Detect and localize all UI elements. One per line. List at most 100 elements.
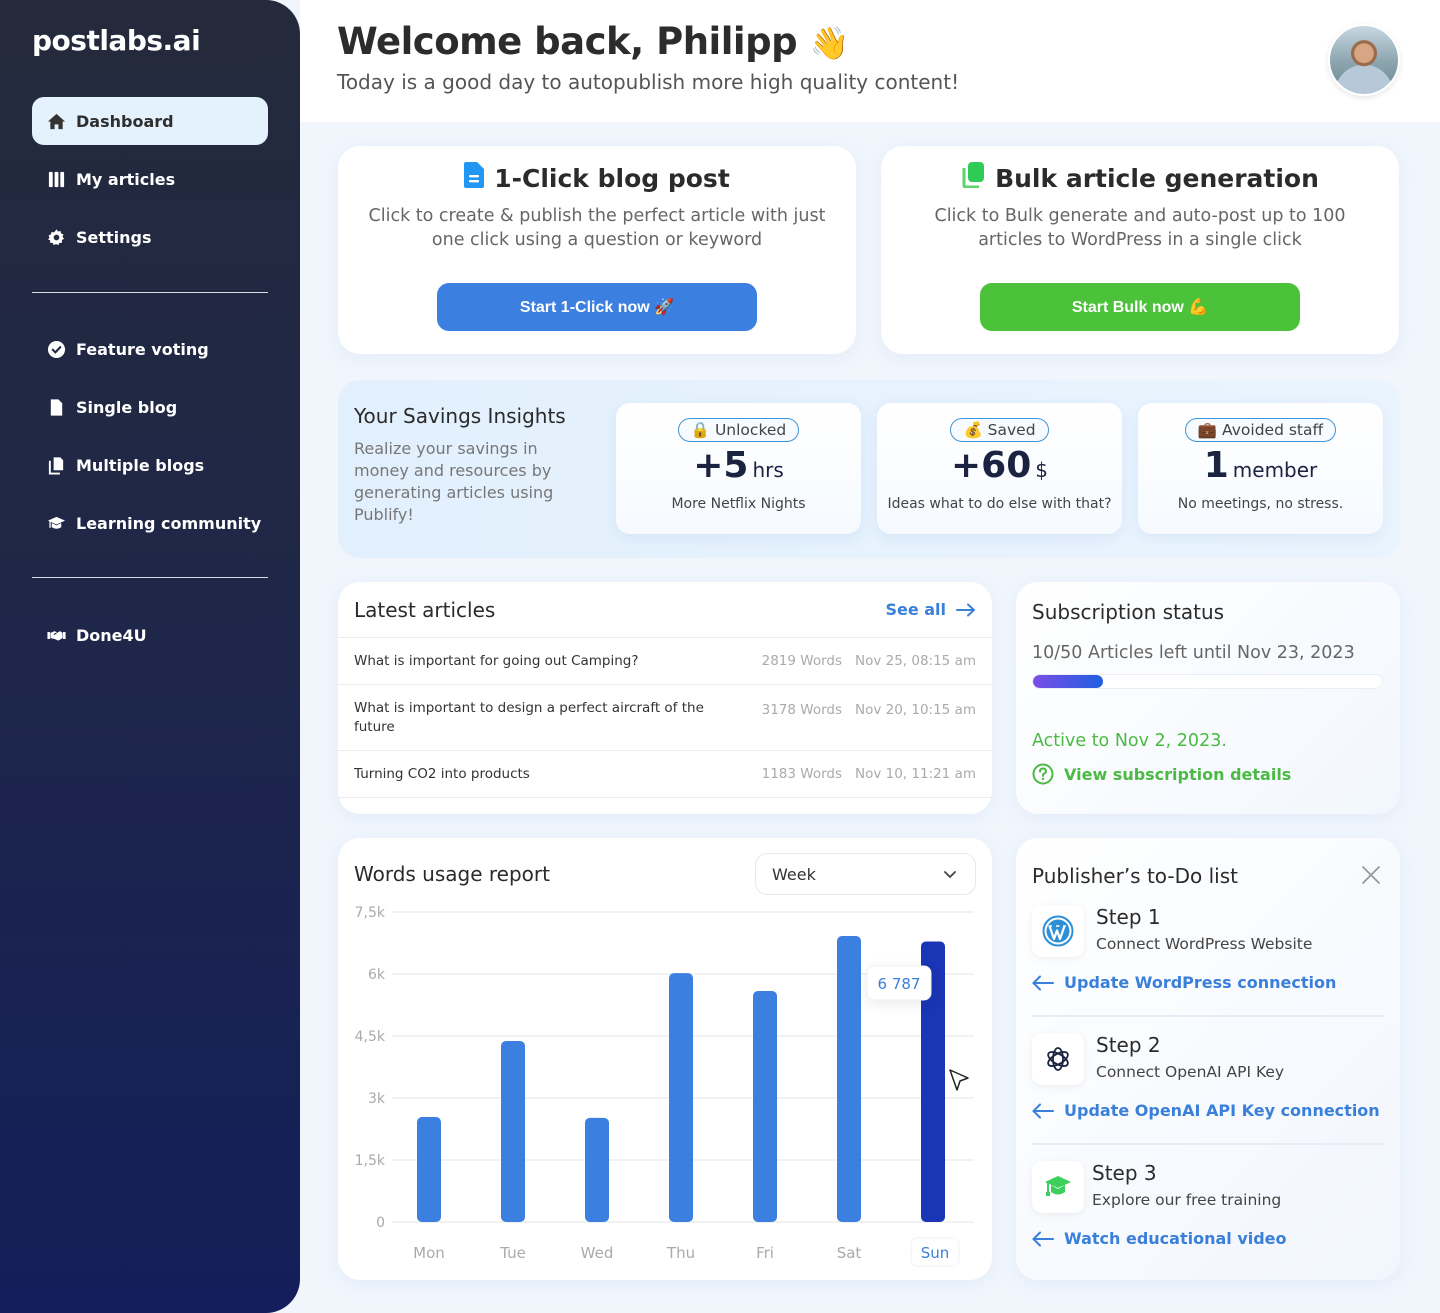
article-date: Nov 25, 08:15 am <box>854 653 976 669</box>
sidebar-item-label: Learning community <box>76 513 262 533</box>
words-usage-chart: 0 1,5k 3k 4,5k 6k 7,5k Mon Tue Wed Thu Fri Sat Sun 6 … <box>355 905 974 1267</box>
step-description: Connect OpenAI API Key <box>1096 1063 1285 1081</box>
see-all-link[interactable]: See all <box>885 600 976 619</box>
document-icon <box>46 397 66 417</box>
watch-educational-video-link[interactable]: Watch educational video <box>1032 1229 1287 1248</box>
stat-number: +60 <box>951 445 1032 486</box>
graduation-cap-icon <box>46 513 66 533</box>
sidebar-item-label: Dashboard <box>76 111 174 131</box>
start-bulk-button[interactable]: Start Bulk now 💪 <box>980 283 1300 331</box>
article-date: Nov 20, 10:15 am <box>854 702 976 718</box>
stat-value: +5 hrs <box>616 446 861 490</box>
sidebar-item-label: Done4U <box>76 625 147 645</box>
home-icon <box>46 111 66 131</box>
arrow-left-icon <box>1032 1103 1054 1118</box>
sidebar-item-done4u[interactable]: Done4U <box>32 611 268 659</box>
todo-title: Publisher’s to-Do list <box>1032 864 1238 888</box>
avatar[interactable] <box>1328 24 1400 96</box>
article-title[interactable]: What is important to design a perfect ai… <box>354 699 724 737</box>
words-usage-report: 0 1,5k 3k 4,5k 6k 7,5k Mon Tue Wed Thu Fri Sat Sun 6 … <box>338 838 992 1280</box>
start-one-click-button[interactable]: Start 1-Click now 🚀 <box>437 283 757 331</box>
step-name: Step 1 <box>1096 905 1161 929</box>
articles-header: Latest articles See all <box>338 582 992 638</box>
bar-wed <box>585 1117 609 1222</box>
tooltip-value: 6 787 <box>878 975 921 993</box>
one-click-title: 1-Click blog post <box>338 162 856 194</box>
sidebar-divider <box>32 577 268 578</box>
sidebar-item-label: Single blog <box>76 397 178 417</box>
view-subscription-details-link[interactable]: View subscription details <box>1032 763 1291 785</box>
stat-note: Ideas what to do else with that? <box>887 496 1112 512</box>
check-badge-icon <box>46 339 66 359</box>
page-header: Welcome back, Philipp 👋 Today is a good … <box>300 0 1440 122</box>
bar-tue <box>501 1040 525 1222</box>
one-click-description: Click to create & publish the perfect ar… <box>368 206 826 250</box>
sidebar-item-my-articles[interactable]: My articles <box>32 155 268 203</box>
stat-value: +60 $ <box>877 446 1122 490</box>
sidebar-item-label: Feature voting <box>76 339 209 359</box>
wordpress-icon <box>1032 905 1084 957</box>
x-tick-label: Sun <box>921 1244 950 1262</box>
openai-icon <box>1032 1033 1084 1085</box>
x-tick-label: Sat <box>837 1244 862 1262</box>
view-subscription-details-label: View subscription details <box>1064 764 1292 784</box>
stat-value: 1 member <box>1138 446 1383 490</box>
stat-unit: $ <box>1035 458 1048 482</box>
stat-badge: 💼 Avoided staff <box>1184 418 1337 442</box>
article-row[interactable]: Turning CO2 into products 1183 Words Nov… <box>338 751 992 798</box>
bulk-description: Click to Bulk generate and auto-post up … <box>934 206 1346 250</box>
step-name: Step 2 <box>1096 1033 1161 1057</box>
stat-unit: member <box>1232 458 1318 482</box>
close-icon[interactable] <box>1360 864 1382 886</box>
savings-description: Realize your savings in money and resour… <box>354 439 554 524</box>
article-row[interactable]: What is important to design a perfect ai… <box>338 685 992 751</box>
update-wordpress-link[interactable]: Update WordPress connection <box>1032 973 1336 992</box>
y-tick-label: 3k <box>368 1091 386 1107</box>
x-tick-label: Wed <box>581 1244 614 1262</box>
update-openai-link[interactable]: Update OpenAI API Key connection <box>1032 1101 1380 1120</box>
welcome-text: Welcome back, Philipp <box>337 20 798 63</box>
sidebar-item-label: My articles <box>76 169 176 189</box>
stat-number: 1 <box>1203 445 1229 486</box>
period-select[interactable]: Week <box>755 853 976 895</box>
articles-left-text: 10/50 Articles left until Nov 23, 2023 <box>1032 643 1355 663</box>
sidebar-item-settings[interactable]: Settings <box>32 213 268 261</box>
one-click-card: 1-Click blog post Click to create & publ… <box>338 146 856 354</box>
article-title[interactable]: Turning CO2 into products <box>354 765 724 784</box>
document-icon <box>464 162 485 194</box>
step-name: Step 3 <box>1092 1161 1157 1185</box>
chevron-down-icon <box>944 870 956 878</box>
x-tick-label: Tue <box>499 1244 526 1262</box>
documents-icon <box>961 162 985 194</box>
todo-step-2: Step 2 Connect OpenAI API Key Update Ope… <box>1032 1033 1384 1133</box>
latest-articles: Latest articles See all What is importan… <box>338 582 992 814</box>
sidebar-item-label: Multiple blogs <box>76 455 205 475</box>
sidebar-item-multiple-blogs[interactable]: Multiple blogs <box>32 441 268 489</box>
article-title[interactable]: What is important for going out Camping? <box>354 652 724 671</box>
y-tick-label: 0 <box>376 1215 385 1231</box>
sidebar-item-dashboard[interactable]: Dashboard <box>32 97 268 145</box>
bar-fri <box>753 990 777 1222</box>
step-link-label: Watch educational video <box>1064 1229 1287 1248</box>
step-description: Connect WordPress Website <box>1096 935 1313 953</box>
articles-progress-bar <box>1032 674 1383 689</box>
sidebar-divider <box>32 292 268 293</box>
article-words: 1183 Words <box>761 766 842 782</box>
sidebar-item-feature-voting[interactable]: Feature voting <box>32 325 268 373</box>
bulk-title-text: Bulk article generation <box>995 163 1319 193</box>
stat-card-staff: 💼 Avoided staff 1 member No meetings, no … <box>1138 403 1383 534</box>
logo[interactable]: postlabs.ai <box>32 24 201 57</box>
y-tick-label: 7,5k <box>355 905 386 921</box>
arrow-left-icon <box>1032 1231 1054 1246</box>
articles-title: Latest articles <box>354 597 496 622</box>
stat-card-hours: 🔒 Unlocked +5 hrs More Netflix Nights <box>616 403 861 534</box>
sidebar-item-learning-community[interactable]: Learning community <box>32 499 268 547</box>
x-tick-label: Fri <box>756 1244 774 1262</box>
sidebar-item-single-blog[interactable]: Single blog <box>32 383 268 431</box>
handshake-icon <box>46 625 66 645</box>
savings-insights: Your Savings Insights Realize your savin… <box>338 380 1400 558</box>
mouse-cursor-icon <box>949 1069 969 1091</box>
article-row[interactable]: What is important for going out Camping?… <box>338 638 992 685</box>
x-tick-label: Mon <box>413 1244 445 1262</box>
stat-badge: 💰 Saved <box>950 418 1049 442</box>
